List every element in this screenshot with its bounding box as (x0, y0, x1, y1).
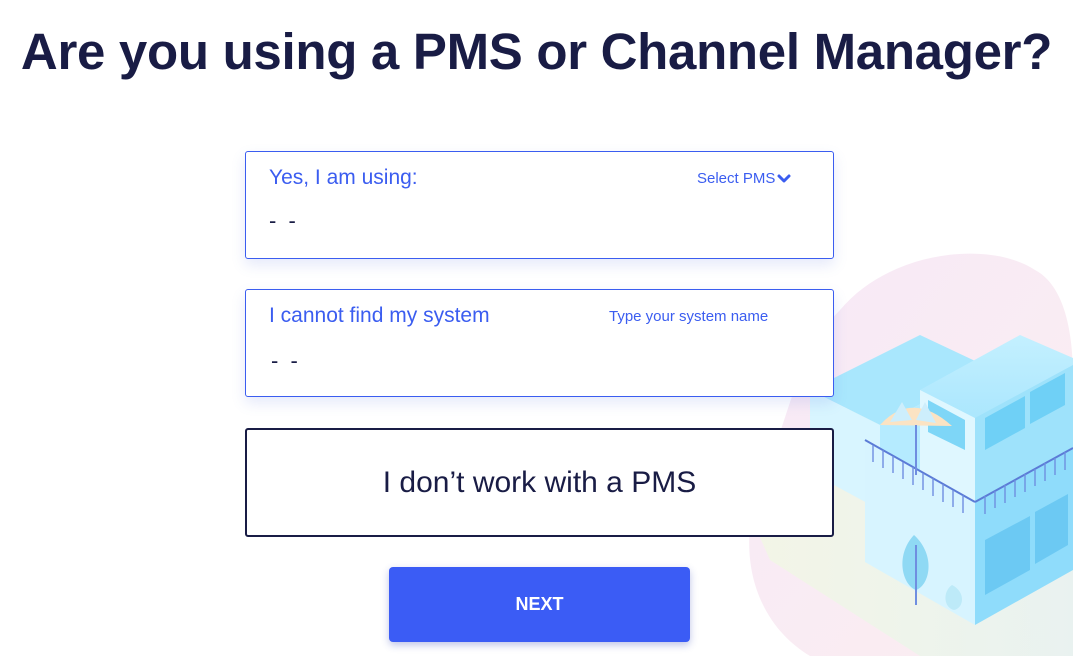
other-system-value: - - (271, 348, 301, 373)
page-title: Are you using a PMS or Channel Manager? (20, 23, 1053, 80)
selected-pms-value: - - (269, 208, 299, 233)
chevron-down-icon (777, 174, 791, 182)
select-pms-dropdown[interactable]: Select PMS (697, 170, 791, 187)
pms-option-label: Yes, I am using: (269, 166, 418, 189)
next-button[interactable]: NEXT (389, 567, 690, 642)
other-system-label: I cannot find my system (269, 304, 490, 327)
other-system-option-card[interactable]: I cannot find my system Type your system… (245, 289, 834, 397)
system-name-input[interactable]: Type your system name (609, 308, 768, 325)
pms-option-card[interactable]: Yes, I am using: Select PMS - - (245, 151, 834, 259)
select-pms-label: Select PMS (697, 170, 776, 187)
no-pms-option-button[interactable]: I don’t work with a PMS (245, 428, 834, 537)
